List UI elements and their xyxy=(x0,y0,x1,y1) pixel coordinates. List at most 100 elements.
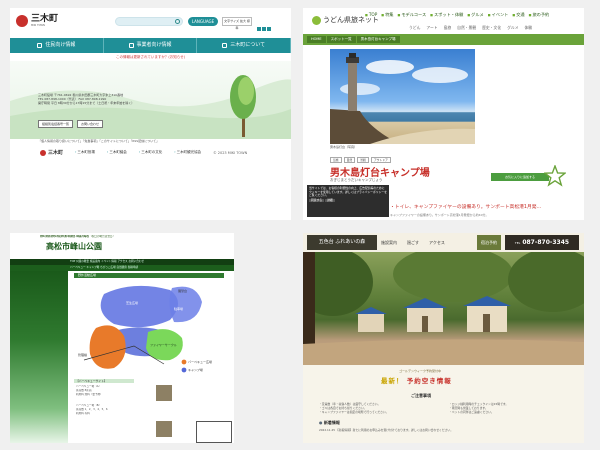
town-emblem-icon xyxy=(16,15,28,27)
nav-item[interactable]: スポット・体験 xyxy=(430,12,463,18)
policy-links[interactable]: 「個人情報の取り扱いについて」「免責事項」「このサイトについて」「RSS配信につ… xyxy=(38,139,159,143)
bbq-heading: 【バーベキューサイト】 xyxy=(74,379,134,383)
nav-item[interactable]: 交通 xyxy=(512,12,524,18)
park-title[interactable]: 高松市峰山公園 xyxy=(46,241,102,252)
search-icon[interactable] xyxy=(175,19,180,24)
footer-logo[interactable]: 三木町 xyxy=(40,149,63,156)
park-map: バーベキュー広場 キャンプ場 芝生広場 展望台 駐車場 ファイヤーサークル 管理… xyxy=(74,280,224,377)
language-button[interactable]: LANGUAGE xyxy=(188,17,218,26)
nav-residents[interactable]: 住民向け情報 xyxy=(10,38,104,53)
town-emblem-icon xyxy=(40,149,46,156)
info-icon xyxy=(222,43,228,48)
reservation-button[interactable]: 宿泊予約 xyxy=(477,235,501,250)
nav-item[interactable]: 施設案内 xyxy=(381,237,397,248)
favorite-button[interactable]: お気に入りに追加する xyxy=(491,173,549,181)
info-area: ゴールデンウィーク予約受付中 最新！ 予約空き情報 ご注意事項 ・定員数（車・収… xyxy=(303,365,584,443)
cookie-popup: 当サイトでは、お客様の利便性の向上、広告配信等のためにクッキーを使用しています。… xyxy=(307,185,389,217)
category-item[interactable]: グルメ xyxy=(507,25,518,31)
main-nav: 施設案内 過ごす アクセス xyxy=(381,237,445,248)
nav-item[interactable]: 特集 xyxy=(381,12,393,18)
promo-ribbon[interactable]: ゴールデンウィーク予約受付中 xyxy=(399,369,441,373)
nav-item[interactable]: イベント xyxy=(488,12,509,18)
udon-logo-icon xyxy=(312,15,321,25)
main-nav: TOP 特集 モデルコース スポット・体験 グルメ イベント 交通 旅の予約 xyxy=(365,12,549,18)
color-icon[interactable] xyxy=(257,27,261,31)
tag[interactable]: 自然 xyxy=(343,157,356,163)
photo-caption: 男木島灯台（写真） xyxy=(330,145,358,149)
footer: 「個人情報の取り扱いについて」「免責事項」「このサイトについて」「RSS配信につ… xyxy=(10,139,291,220)
bbq-info: バーベキュー場（A） 区画数 8区画 利用料 無料（要予約） バーベキュー場（B… xyxy=(76,385,108,416)
font-size-toggle[interactable]: 文字サイズ 拡大 標準 xyxy=(222,17,252,30)
phone-list-button[interactable]: 組織別電話番号一覧 xyxy=(38,120,74,128)
footer-links: 三木町 三木町役場 三木町議会 三木町の文化 三木町観光協会 © 2023 MI… xyxy=(40,149,247,156)
sitemap-icon[interactable] xyxy=(267,27,271,31)
bbq-photo xyxy=(156,385,172,401)
site-logo[interactable]: 三木町 MIKI TOWN xyxy=(16,14,58,28)
tag[interactable]: 景観 xyxy=(357,157,369,163)
news-item[interactable]: 2022.11.25 【新着情報】新たに利用のお申込みを受け付けております。詳し… xyxy=(319,428,569,432)
nav-business[interactable]: 事業者向け情報 xyxy=(104,38,198,53)
notice-link[interactable]: この情報は更新されていますか？(お知らせ) xyxy=(10,53,291,61)
main-nav: 住民向け情報 事業者向け情報 三木町について xyxy=(10,38,291,53)
map-label: 駐車場 xyxy=(174,306,183,311)
breadcrumb-item[interactable]: スポット一覧 xyxy=(326,36,356,43)
main-content: 野外活動広場 バーベキュー広場 キャンプ場 芝生広場 展望台 駐車場 ファイヤー… xyxy=(68,271,234,443)
site-logo[interactable]: 五色台 ふれあいの森 xyxy=(307,235,377,250)
notes-heading: ご注意事項 xyxy=(411,393,431,398)
logo-sub: MIKI TOWN xyxy=(31,24,45,27)
twitter-icon: ● xyxy=(319,420,323,425)
vacancy-heading[interactable]: 最新！ 予約空き情報 xyxy=(381,375,452,385)
legend-camp: キャンプ場 xyxy=(188,367,203,372)
nav-item[interactable]: グルメ xyxy=(467,12,484,18)
footer-link[interactable]: 三木町観光協会 xyxy=(174,150,202,155)
notes-left: ・定員数（車・収容人数）は厳守してください。 ・ゴミは各自でお持ち帰りください。… xyxy=(319,402,389,414)
category-item[interactable]: 体験 xyxy=(525,25,533,31)
header: 五色台 ふれあいの森 施設案内 過ごす アクセス 宿泊予約 TEL 087-870… xyxy=(303,233,584,252)
nav-item[interactable]: 旅の予約 xyxy=(529,12,549,18)
map-label: ファイヤーサークル xyxy=(150,342,177,347)
category-item[interactable]: うどん xyxy=(409,25,420,31)
header: 三木町 MIKI TOWN LANGUAGE 文字サイズ 拡大 標準 xyxy=(10,8,291,38)
nav-item[interactable]: 過ごす xyxy=(407,237,419,248)
footer-link[interactable]: 三木町役場 xyxy=(75,150,95,155)
news-heading: ● 新着情報 xyxy=(319,420,340,425)
contact-button[interactable]: お問い合わせ xyxy=(77,120,104,128)
category-item[interactable]: 島旅 xyxy=(444,25,452,31)
nav-item[interactable]: モデルコース xyxy=(397,12,426,18)
spot-detail: キャンプファイヤーの設備あり。サンポート高松港1月発便から約40分。 xyxy=(390,213,489,217)
utility-icons xyxy=(257,16,287,35)
spot-reading: おぎじまとうだいキャンプじょう xyxy=(330,178,383,182)
town-office-info: 三木町役場 〒761-0692 香川県木田郡三木町大字氷上310番地 TEL 0… xyxy=(38,93,135,105)
section-heading: 野外活動広場 xyxy=(74,273,224,278)
tag[interactable]: 島旅 xyxy=(330,157,342,163)
breadcrumb-item[interactable]: HOME xyxy=(307,36,326,43)
category-nav: うどん アート 島旅 自然・景観 歴史・文化 グルメ 体験 xyxy=(409,25,532,31)
footer-link[interactable]: 三木町議会 xyxy=(107,150,127,155)
nav-item[interactable]: アクセス xyxy=(429,237,445,248)
category-item[interactable]: 歴史・文化 xyxy=(482,25,501,31)
nav-item[interactable]: TOP xyxy=(365,12,377,18)
nav-about[interactable]: 三木町について xyxy=(197,38,291,53)
spot-description: ・トイレ、キャンプファイヤーの設備あり。サンポート高松港1月発... xyxy=(390,205,542,210)
agree-button[interactable]: 同意する xyxy=(309,198,325,203)
category-item[interactable]: アート xyxy=(426,25,437,31)
tag[interactable]: アウトドア xyxy=(370,157,391,163)
sidebar xyxy=(10,271,68,443)
voice-icon[interactable] xyxy=(262,27,266,31)
map-label: 芝生広場 xyxy=(126,300,138,305)
details-button[interactable]: 詳細 xyxy=(325,198,335,203)
star-icon[interactable] xyxy=(544,165,566,187)
category-item[interactable]: 自然・景観 xyxy=(457,25,476,31)
site-plan xyxy=(196,421,232,443)
tag-list: 島旅 自然 景観 アウトドア xyxy=(330,157,391,163)
cabins-forest-image xyxy=(303,252,584,365)
notes-right: ・ロッジ棟利用時のチェックインは15時です。 ・雨天時も営業しております。 ・ペ… xyxy=(449,402,509,414)
footer-link[interactable]: 三木町の文化 xyxy=(139,150,162,155)
info-buttons: 組織別電話番号一覧 お問い合わせ xyxy=(38,120,104,128)
search-input[interactable] xyxy=(115,17,183,26)
header: うどん県旅ネット TOP 特集 モデルコース スポット・体験 グルメ イベント … xyxy=(303,8,584,34)
phone-number[interactable]: TEL 087-870-3345 xyxy=(505,235,579,250)
mineyama-park-website: 香川県高松市 峰山公園 休園日 毎週月曜日（祝日の場合は翌日） 高松市峰山公園 … xyxy=(10,233,234,443)
copyright: © 2023 MIKI TOWN xyxy=(213,150,248,155)
breadcrumb-item: 男木島灯台キャンプ場 xyxy=(356,36,400,43)
